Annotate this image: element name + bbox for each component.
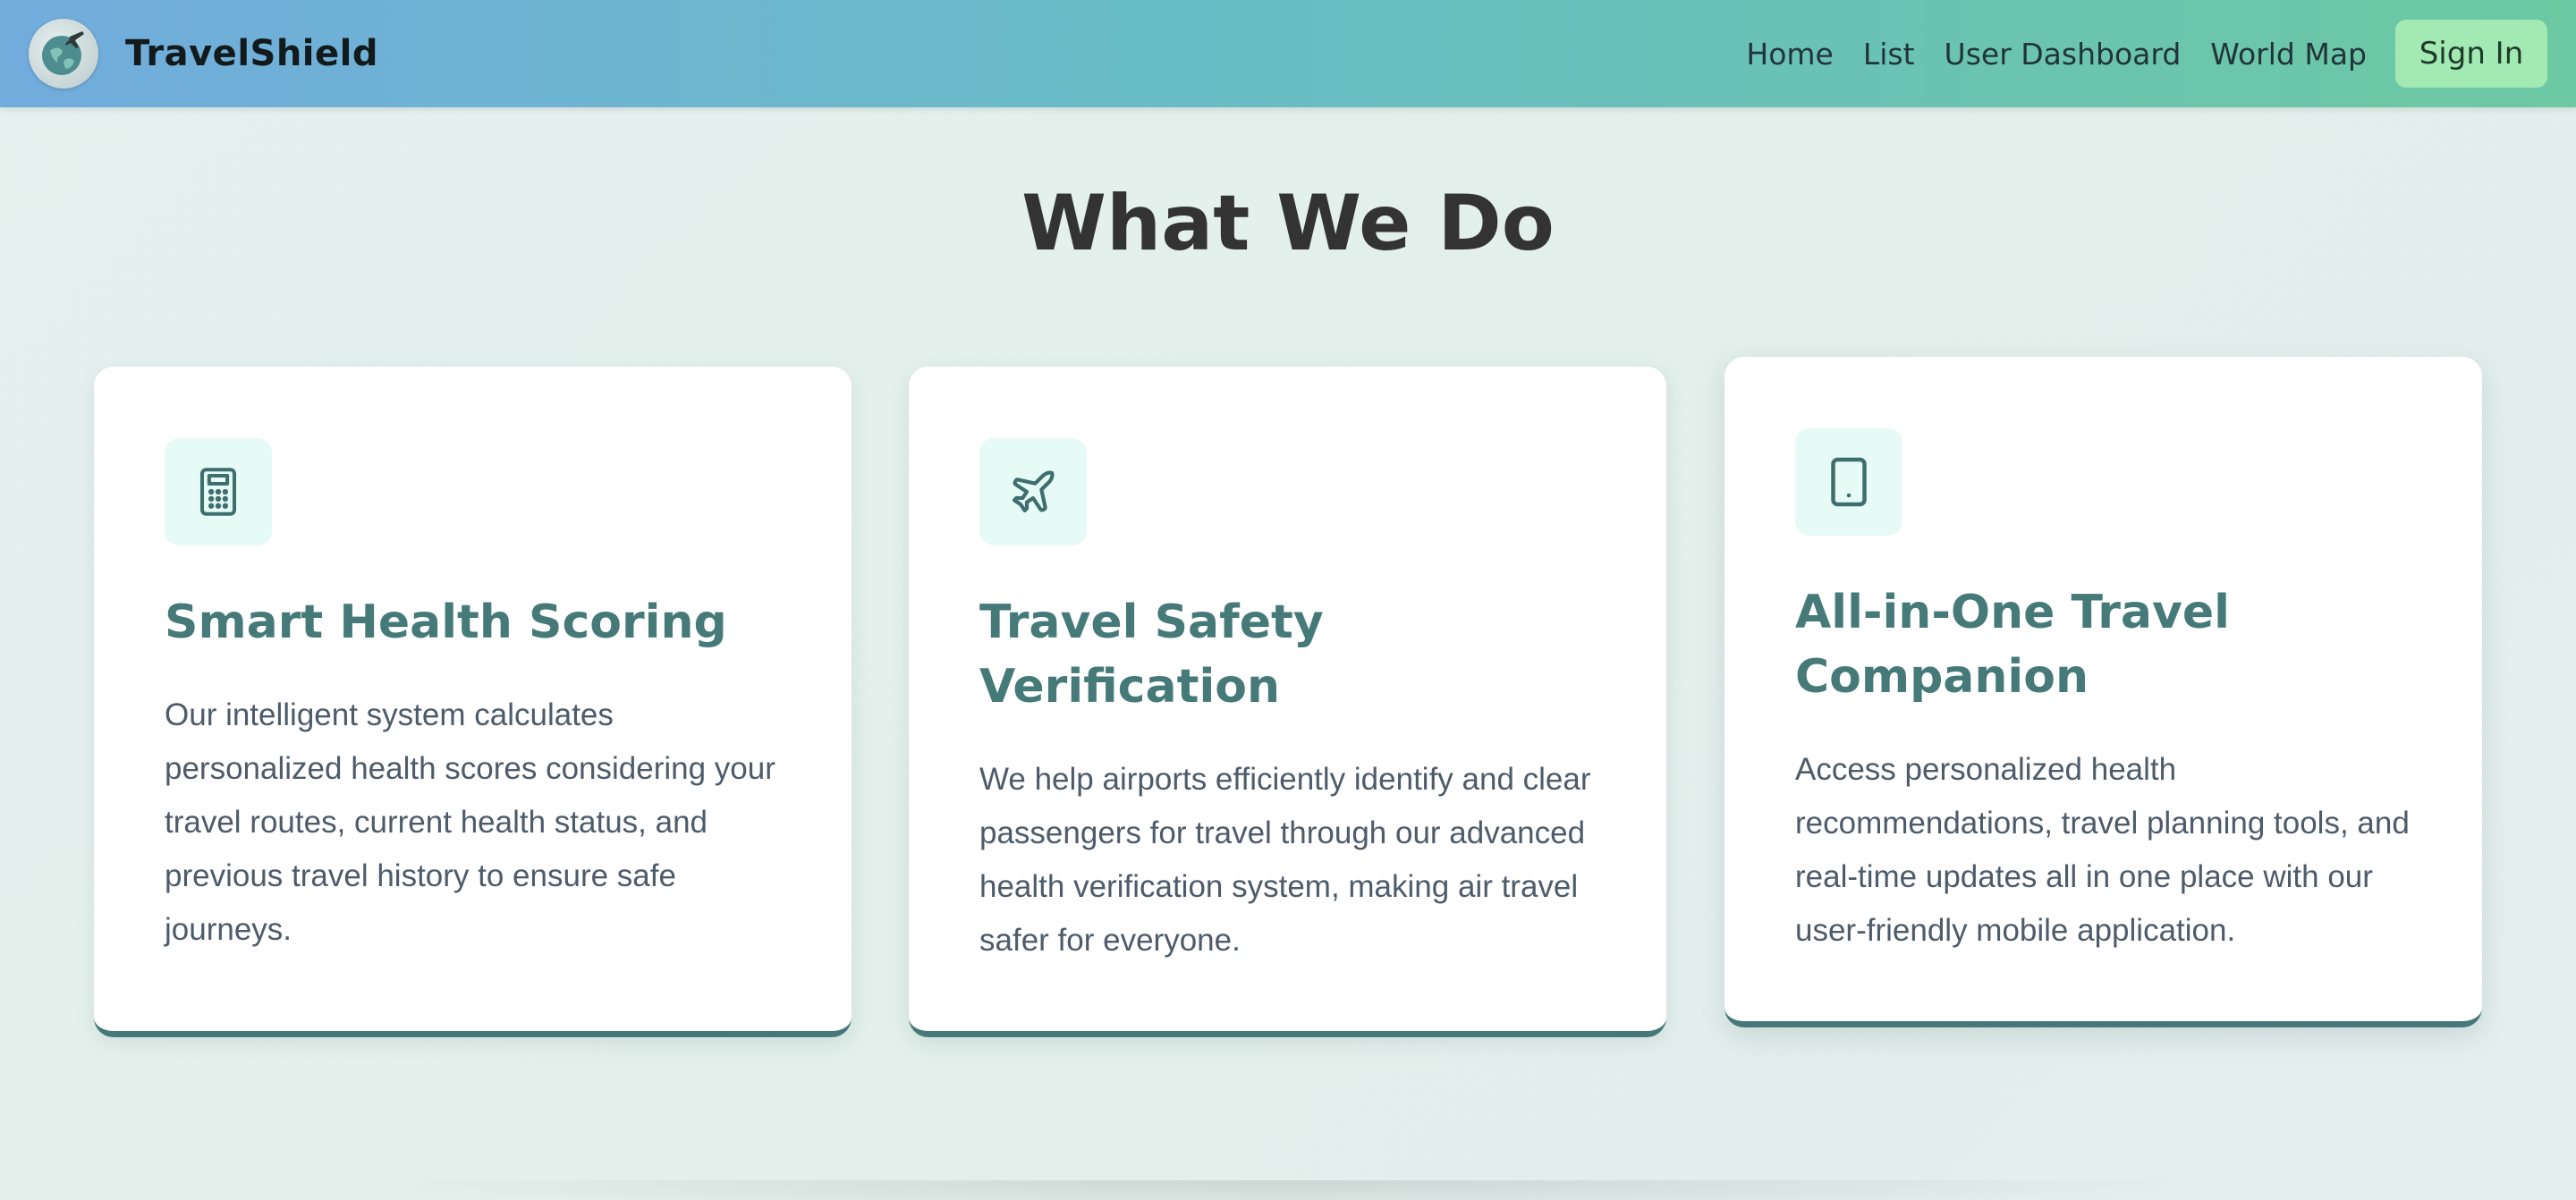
card-description: Access personalized health recommendatio… xyxy=(1795,752,2410,948)
nav-link-home[interactable]: Home xyxy=(1746,37,1833,72)
airplane-icon xyxy=(1012,470,1055,513)
section-title: What We Do xyxy=(1021,179,1555,268)
nav-links: Home List User Dashboard World Map Sign … xyxy=(1716,20,2547,88)
feature-icon-box xyxy=(165,438,272,545)
feature-card-travel-companion: All-in-One Travel Companion Access perso… xyxy=(1724,357,2482,1027)
globe-plane-logo-icon xyxy=(29,19,98,89)
card-title: Smart Health Scoring xyxy=(165,596,727,649)
card-description: We help airports efficiently identify an… xyxy=(979,762,1591,958)
feature-card-safety-verification: Travel Safety Verification We help airpo… xyxy=(909,367,1666,1037)
brand-name: TravelShield xyxy=(125,33,378,74)
next-section-shadow xyxy=(358,1180,2218,1200)
card-description: Our intelligent system calculates person… xyxy=(165,697,775,947)
card-title: All-in-One Travel Companion xyxy=(1795,586,2230,704)
calculator-icon xyxy=(199,468,237,516)
brand[interactable]: TravelShield xyxy=(29,19,378,89)
nav-link-list[interactable]: List xyxy=(1863,37,1915,72)
sign-in-button[interactable]: Sign In xyxy=(2395,20,2547,88)
card-title: Travel Safety Verification xyxy=(979,596,1324,714)
feature-icon-box xyxy=(1795,428,1902,536)
nav-link-world-map[interactable]: World Map xyxy=(2210,37,2367,72)
tablet-icon xyxy=(1831,457,1867,507)
feature-card-health-scoring: Smart Health Scoring Our intelligent sys… xyxy=(94,367,852,1037)
feature-icon-box xyxy=(979,438,1087,545)
top-navbar: TravelShield Home List User Dashboard Wo… xyxy=(0,0,2576,107)
nav-link-user-dashboard[interactable]: User Dashboard xyxy=(1945,37,2182,72)
